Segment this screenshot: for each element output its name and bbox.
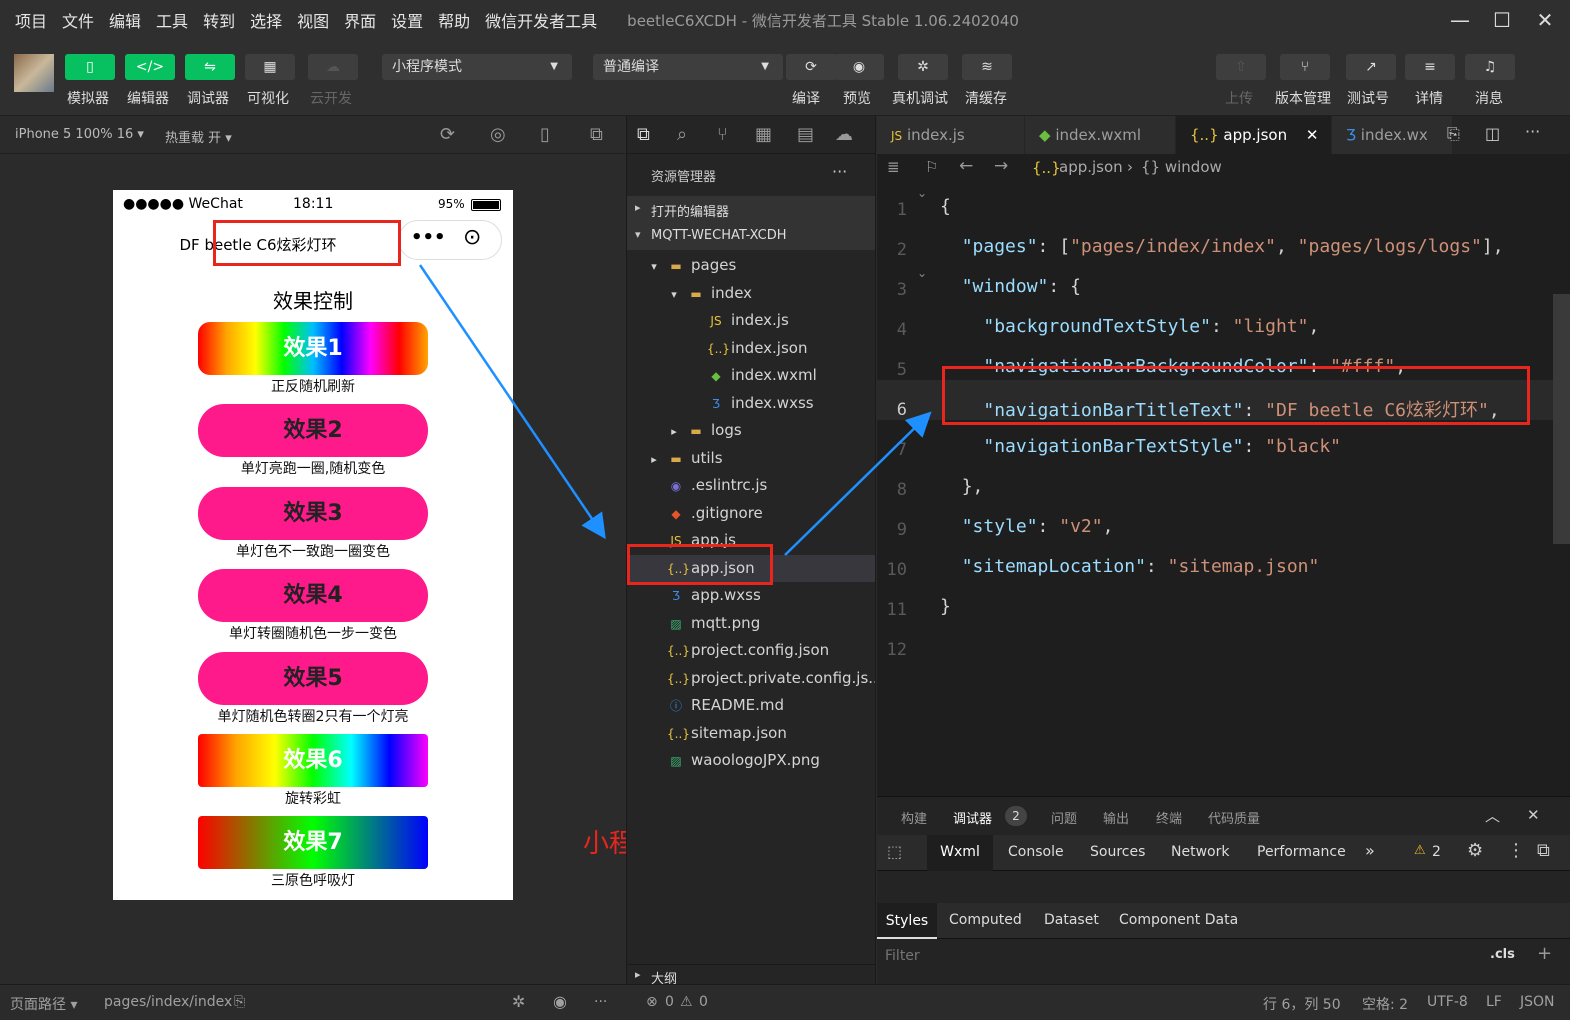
arrow-to-file [418, 264, 606, 540]
arrow-to-code [784, 411, 932, 556]
annotation-arrows [418, 264, 932, 556]
